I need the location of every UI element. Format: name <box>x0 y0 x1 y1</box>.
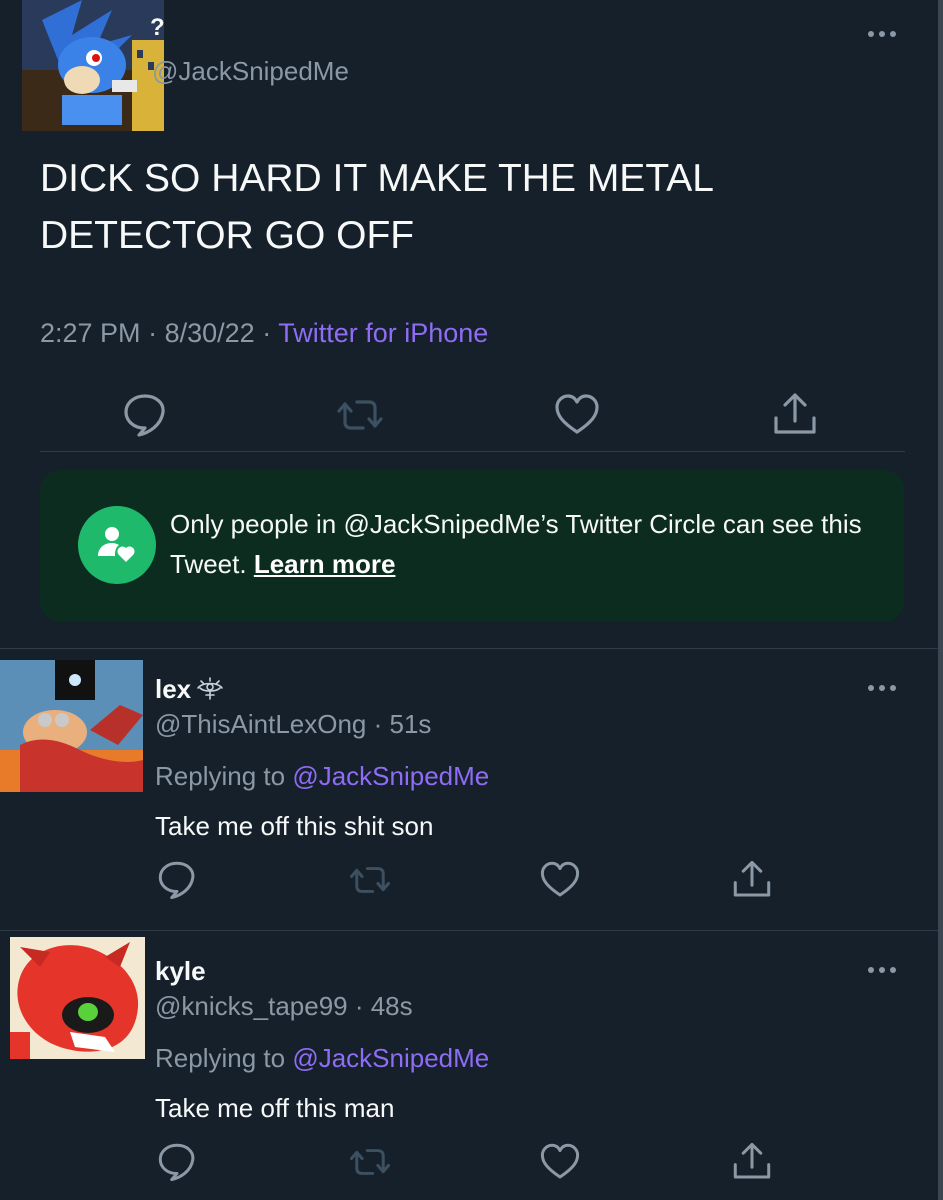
reply-name-text: lex <box>155 674 192 704</box>
replying-to-link[interactable]: @JackSnipedMe <box>292 761 489 791</box>
divider <box>0 648 938 649</box>
replying-to-link[interactable]: @JackSnipedMe <box>292 1043 489 1073</box>
eggman-avatar[interactable] <box>0 660 143 792</box>
divider <box>0 930 938 931</box>
tweet-text: DICK SO HARD IT MAKE THE METAL DETECTOR … <box>40 157 713 257</box>
circle-notice-text: Only people in @JackSnipedMe’s Twitter C… <box>170 504 870 584</box>
tweet-meta: 2:27 PM · 8/30/22 · Twitter for iPhone <box>40 318 488 349</box>
user-handle[interactable]: @JackSnipedMe <box>152 56 349 87</box>
replying-to: Replying to @JackSnipedMe <box>155 761 489 792</box>
tweet-date: 8/30/22 <box>164 318 255 348</box>
more-options-icon[interactable] <box>862 962 902 978</box>
twitter-circle-icon <box>78 506 156 584</box>
like-icon[interactable] <box>538 858 582 902</box>
share-icon[interactable] <box>730 1140 774 1184</box>
replying-to: Replying to @JackSnipedMe <box>155 1043 489 1074</box>
reply-author-name[interactable]: kyle <box>155 956 206 987</box>
separator: · <box>148 318 158 348</box>
reply-icon[interactable] <box>120 390 170 440</box>
reply-text: Take me off this shit son <box>155 811 434 841</box>
reply-actions <box>150 858 790 902</box>
reply-icon[interactable] <box>155 858 199 902</box>
twitter-circle-notice: Only people in @JackSnipedMe’s Twitter C… <box>40 470 904 622</box>
replying-to-label: Replying to <box>155 1043 286 1073</box>
retweet-icon[interactable] <box>348 1140 392 1184</box>
share-icon[interactable] <box>770 390 820 440</box>
reply-author-handle[interactable]: @ThisAintLexOng · 51s <box>155 709 431 740</box>
more-options-icon[interactable] <box>862 26 902 42</box>
like-icon[interactable] <box>538 1140 582 1184</box>
separator: · <box>262 318 272 348</box>
like-icon[interactable] <box>552 390 602 440</box>
tweet-time: 2:27 PM <box>40 318 141 348</box>
scrollbar-edge <box>938 0 943 1200</box>
tweet-actions <box>120 390 840 440</box>
retweet-icon[interactable] <box>348 858 392 902</box>
reply-text: Take me off this man <box>155 1093 395 1123</box>
learn-more-link[interactable]: Learn more <box>254 549 396 579</box>
reply-actions <box>150 1140 790 1184</box>
replying-to-label: Replying to <box>155 761 286 791</box>
display-name[interactable]: ? <box>150 14 165 42</box>
retweet-icon[interactable] <box>335 390 385 440</box>
divider <box>40 451 905 452</box>
reply-icon[interactable] <box>155 1140 199 1184</box>
eye-badge-icon <box>195 676 225 702</box>
reply-author-name[interactable]: lex <box>155 674 225 705</box>
share-icon[interactable] <box>730 858 774 902</box>
reply-author-handle[interactable]: @knicks_tape99 · 48s <box>155 991 413 1022</box>
tweet-source-link[interactable]: Twitter for iPhone <box>278 318 488 348</box>
sonic-avatar[interactable] <box>22 0 164 131</box>
red-robot-avatar[interactable] <box>10 937 145 1059</box>
more-options-icon[interactable] <box>862 680 902 696</box>
